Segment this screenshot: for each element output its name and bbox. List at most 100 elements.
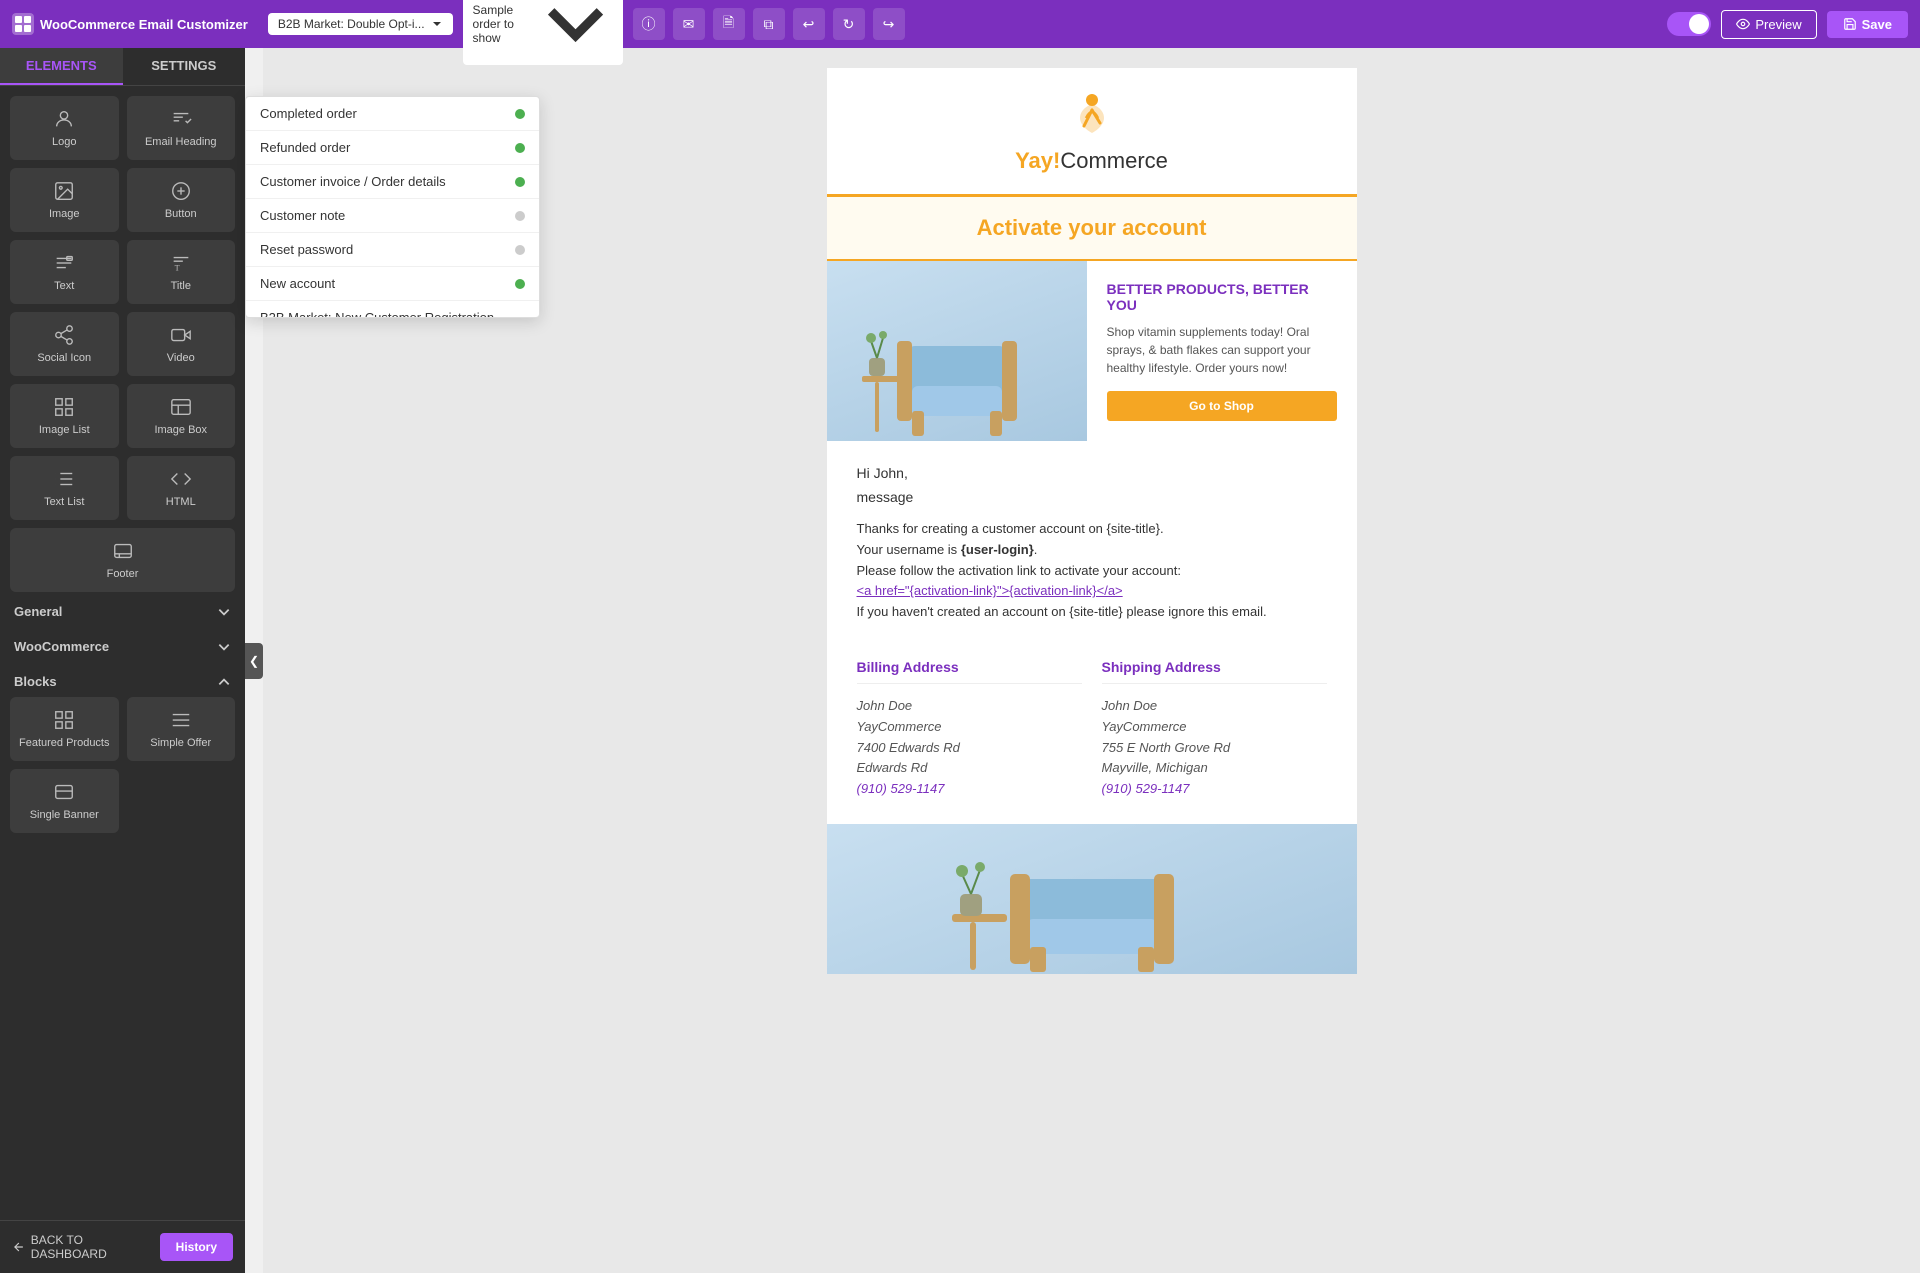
address-section: Billing Address John Doe YayCommerce 740… bbox=[857, 643, 1327, 800]
activate-title: Activate your account bbox=[845, 215, 1339, 241]
featured-products-icon bbox=[50, 709, 78, 731]
billing-info: John Doe YayCommerce 7400 Edwards Rd Edw… bbox=[857, 696, 1082, 800]
svg-text:T: T bbox=[174, 263, 179, 272]
email-greeting: Hi John, bbox=[857, 465, 1327, 481]
email-body-text-5: If you haven't created an account on {si… bbox=[857, 602, 1327, 623]
single-banner-icon bbox=[50, 781, 78, 803]
blocks-grid: Featured Products Simple Offer Single Ba… bbox=[10, 697, 235, 833]
second-banner bbox=[827, 824, 1357, 974]
email-body-text-2: Your username is {user-login}. bbox=[857, 540, 1327, 561]
refresh-button[interactable]: ↻ bbox=[833, 8, 865, 40]
simple-offer-icon bbox=[167, 709, 195, 731]
email-logo: Yay!Commerce bbox=[847, 88, 1337, 174]
topbar: WooCommerce Email Customizer B2B Market:… bbox=[0, 0, 1920, 48]
back-to-dashboard-button[interactable]: BACK TO DASHBOARD bbox=[12, 1233, 160, 1261]
email-type-selector[interactable]: B2B Market: Double Opt-i... bbox=[268, 13, 453, 35]
image-element-icon bbox=[50, 180, 78, 202]
title-element-icon: T bbox=[167, 252, 195, 274]
status-dot bbox=[515, 211, 525, 221]
document-button[interactable]: 🗎 bbox=[713, 8, 745, 40]
go-to-shop-button[interactable]: Go to Shop bbox=[1107, 391, 1337, 421]
info-button[interactable]: ⓘ bbox=[633, 8, 665, 40]
dropdown-item-customer-note[interactable]: Customer note bbox=[246, 199, 539, 233]
element-social-icon[interactable]: Social Icon bbox=[10, 312, 119, 376]
billing-address: Billing Address John Doe YayCommerce 740… bbox=[857, 659, 1082, 800]
element-email-heading[interactable]: Email Heading bbox=[127, 96, 236, 160]
element-button[interactable]: Button bbox=[127, 168, 236, 232]
toggle-switch[interactable] bbox=[1667, 12, 1711, 36]
text-element-icon bbox=[50, 252, 78, 274]
status-dot bbox=[515, 245, 525, 255]
block-single-banner[interactable]: Single Banner bbox=[10, 769, 119, 833]
element-title[interactable]: T Title bbox=[127, 240, 236, 304]
order-selector[interactable]: Sample order to show bbox=[463, 0, 623, 65]
email-container: Yay!Commerce Activate your account bbox=[827, 68, 1357, 974]
element-image[interactable]: Image bbox=[10, 168, 119, 232]
sidebar: ELEMENTS SETTINGS Logo Email bbox=[0, 48, 245, 1273]
footer-element-icon bbox=[109, 540, 137, 562]
logo-icon bbox=[50, 108, 78, 130]
second-chair-svg bbox=[942, 829, 1242, 974]
email-logo-section: Yay!Commerce bbox=[827, 68, 1357, 197]
toolbar-tools: ⓘ ✉ 🗎 ⧉ ↩ ↻ ↪ bbox=[633, 8, 905, 40]
chevron-down-icon bbox=[217, 605, 231, 619]
element-image-box[interactable]: Image Box bbox=[127, 384, 236, 448]
block-featured-products[interactable]: Featured Products bbox=[10, 697, 119, 761]
element-video[interactable]: Video bbox=[127, 312, 236, 376]
dropdown-item-reset-password[interactable]: Reset password bbox=[246, 233, 539, 267]
element-text[interactable]: Text bbox=[10, 240, 119, 304]
hero-banner-section: BETTER PRODUCTS, BETTER YOU Shop vitamin… bbox=[827, 261, 1357, 441]
html-icon bbox=[167, 468, 195, 490]
status-dot bbox=[515, 143, 525, 153]
status-dot bbox=[515, 177, 525, 187]
hero-title: BETTER PRODUCTS, BETTER YOU bbox=[1107, 281, 1337, 313]
shipping-address: Shipping Address John Doe YayCommerce 75… bbox=[1102, 659, 1327, 800]
elements-grid: Logo Email Heading Image bbox=[10, 96, 235, 520]
section-blocks[interactable]: Blocks bbox=[10, 662, 235, 697]
element-image-list[interactable]: Image List bbox=[10, 384, 119, 448]
shipping-info: John Doe YayCommerce 755 E North Grove R… bbox=[1102, 696, 1327, 800]
block-simple-offer[interactable]: Simple Offer bbox=[127, 697, 236, 761]
image-list-icon bbox=[50, 396, 78, 418]
dropdown-item-customer-invoice[interactable]: Customer invoice / Order details bbox=[246, 165, 539, 199]
undo-button[interactable]: ↩ bbox=[793, 8, 825, 40]
logo-brand: Yay!Commerce bbox=[1015, 148, 1168, 174]
logo-grid-icon bbox=[12, 13, 34, 35]
element-logo[interactable]: Logo bbox=[10, 96, 119, 160]
dropdown-item-completed-order[interactable]: Completed order bbox=[246, 97, 539, 131]
preview-button[interactable]: Preview bbox=[1721, 10, 1816, 39]
image-box-icon bbox=[167, 396, 195, 418]
chevron-down-icon bbox=[431, 18, 443, 30]
element-footer[interactable]: Footer bbox=[10, 528, 235, 592]
copy-button[interactable]: ⧉ bbox=[753, 8, 785, 40]
chair-svg bbox=[857, 286, 1057, 441]
sidebar-elements-area: Logo Email Heading Image bbox=[0, 86, 245, 1220]
email-icon-button[interactable]: ✉ bbox=[673, 8, 705, 40]
sidebar-tabs: ELEMENTS SETTINGS bbox=[0, 48, 245, 86]
email-body-section: Hi John, message Thanks for creating a c… bbox=[827, 441, 1357, 824]
dropdown-item-new-account[interactable]: New account bbox=[246, 267, 539, 301]
section-woocommerce[interactable]: WooCommerce bbox=[10, 627, 235, 662]
shipping-label: Shipping Address bbox=[1102, 659, 1327, 684]
app-logo: WooCommerce Email Customizer bbox=[12, 13, 248, 35]
hero-text: Shop vitamin supplements today! Oral spr… bbox=[1107, 323, 1337, 377]
tab-settings[interactable]: SETTINGS bbox=[123, 48, 246, 85]
dropdown-item-b2b-pending[interactable]: B2B Market: New Customer Registration - … bbox=[246, 301, 539, 317]
activate-banner: Activate your account bbox=[827, 197, 1357, 261]
save-button[interactable]: Save bbox=[1827, 11, 1908, 38]
history-button[interactable]: History bbox=[160, 1233, 233, 1261]
dropdown-item-refunded-order[interactable]: Refunded order bbox=[246, 131, 539, 165]
sidebar-bottom: BACK TO DASHBOARD History bbox=[0, 1220, 245, 1273]
element-html[interactable]: HTML bbox=[127, 456, 236, 520]
chevron-down-icon bbox=[217, 640, 231, 654]
eye-icon bbox=[1736, 17, 1750, 31]
redo-button[interactable]: ↪ bbox=[873, 8, 905, 40]
hero-content: BETTER PRODUCTS, BETTER YOU Shop vitamin… bbox=[1087, 261, 1357, 441]
chevron-up-icon bbox=[217, 675, 231, 689]
sidebar-collapse-button[interactable]: ❮ bbox=[245, 643, 263, 679]
email-body-text-3: Please follow the activation link to act… bbox=[857, 561, 1327, 582]
save-icon bbox=[1843, 17, 1857, 31]
element-text-list[interactable]: Text List bbox=[10, 456, 119, 520]
tab-elements[interactable]: ELEMENTS bbox=[0, 48, 123, 85]
section-general[interactable]: General bbox=[10, 592, 235, 627]
